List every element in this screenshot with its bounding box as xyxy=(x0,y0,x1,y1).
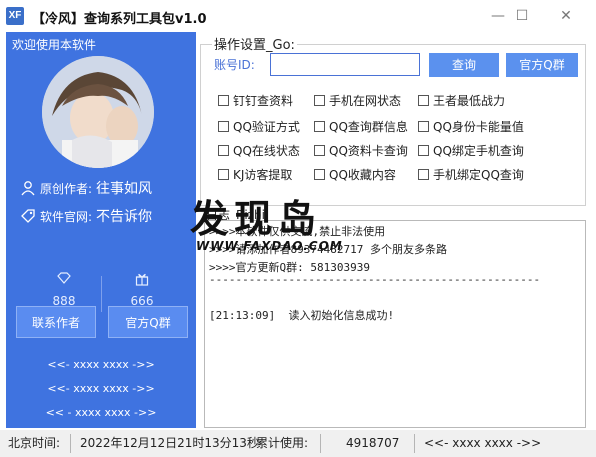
stat-gift: 666 xyxy=(112,272,172,308)
checkbox[interactable] xyxy=(218,169,229,180)
watermark-en: WWW.FAXDAO.COM xyxy=(196,239,343,253)
checkbox[interactable] xyxy=(218,145,229,156)
stat-divider xyxy=(101,276,102,312)
query-button[interactable]: 查询 xyxy=(429,53,499,77)
sidebar-link-3[interactable]: << - xxxx xxxx ->> xyxy=(6,406,196,419)
time-label: 北京时间: xyxy=(8,436,61,450)
checkbox[interactable] xyxy=(314,121,325,132)
checkbox[interactable] xyxy=(418,95,429,106)
option-king-power[interactable]: 王者最低战力 xyxy=(418,92,505,109)
title-bar: XF 【冷风】查询系列工具包v1.0 — ☐ ✕ xyxy=(0,0,596,32)
option-qq-id-card[interactable]: QQ身份卡能量值 xyxy=(418,118,524,135)
official-group-button[interactable]: 官方Q群 xyxy=(108,306,188,338)
site-value: 不告诉你 xyxy=(96,209,153,225)
option-qq-profile[interactable]: QQ资料卡查询 xyxy=(314,142,408,159)
sidebar-link-1[interactable]: <<- xxxx xxxx ->> xyxy=(6,358,196,371)
option-qq-online[interactable]: QQ在线状态 xyxy=(218,142,300,159)
stat-diamond: 888 xyxy=(34,272,94,308)
account-label: 账号ID: xyxy=(214,58,255,72)
option-qq-phone[interactable]: QQ绑定手机查询 xyxy=(418,142,524,159)
author-label: 原创作者: xyxy=(40,181,93,196)
option-kj-visitor[interactable]: KJ访客提取 xyxy=(218,166,292,183)
diamond-icon xyxy=(34,272,94,288)
watermark: 发现岛 WWW.FAXDAO.COM xyxy=(190,188,343,253)
checkbox[interactable] xyxy=(218,95,229,106)
status-divider xyxy=(320,434,321,453)
contact-author-button[interactable]: 联系作者 xyxy=(16,306,96,338)
checkbox[interactable] xyxy=(418,121,429,132)
option-phone-online[interactable]: 手机在网状态 xyxy=(314,92,401,109)
log-line: [21:13:09] 读入初始化信息成功! xyxy=(209,309,395,322)
sidebar-link-2[interactable]: <<- xxxx xxxx ->> xyxy=(6,382,196,395)
watermark-cn: 发现岛 xyxy=(190,197,323,241)
checkbox[interactable] xyxy=(418,169,429,180)
account-input[interactable] xyxy=(270,53,420,76)
user-icon xyxy=(21,181,35,196)
option-dingtalk[interactable]: 钉钉查资料 xyxy=(218,92,293,109)
minimize-button[interactable]: — xyxy=(486,6,510,26)
app-logo-icon: XF xyxy=(6,7,24,25)
status-divider xyxy=(70,434,71,453)
time-value: 2022年12月12日21时13分13秒 xyxy=(80,436,259,450)
official-group-top-button[interactable]: 官方Q群 xyxy=(506,53,578,77)
checkbox[interactable] xyxy=(314,95,325,106)
window-title: 【冷风】查询系列工具包v1.0 xyxy=(32,12,207,27)
checkbox[interactable] xyxy=(418,145,429,156)
tag-icon xyxy=(21,209,35,223)
site-row: 软件官网: 不告诉你 xyxy=(20,206,152,226)
checkbox[interactable] xyxy=(314,145,325,156)
sidebar: 欢迎使用本软件 原创作者: 往事如风 软件官网: 不告诉你 888 666 联系… xyxy=(6,32,196,428)
option-qq-verify[interactable]: QQ验证方式 xyxy=(218,118,300,135)
log-separator: ----------------------------------------… xyxy=(209,273,541,286)
maximize-button[interactable]: ☐ xyxy=(510,6,534,26)
usage-label: 累计使用: xyxy=(256,436,309,450)
option-qq-group-info[interactable]: QQ查询群信息 xyxy=(314,118,408,135)
welcome-text: 欢迎使用本软件 xyxy=(12,38,97,52)
checkbox[interactable] xyxy=(218,121,229,132)
usage-value: 4918707 xyxy=(346,436,400,450)
settings-group-title: 操作设置_Go: xyxy=(212,34,297,53)
close-button[interactable]: ✕ xyxy=(554,6,578,26)
option-qq-favorites[interactable]: QQ收藏内容 xyxy=(314,166,396,183)
author-value: 往事如风 xyxy=(96,181,153,197)
author-row: 原创作者: 往事如风 xyxy=(20,178,152,198)
checkbox[interactable] xyxy=(314,169,325,180)
status-bar: 北京时间: 2022年12月12日21时13分13秒 累计使用: 4918707… xyxy=(0,430,596,457)
avatar xyxy=(42,56,154,168)
status-link[interactable]: <<- xxxx xxxx ->> xyxy=(424,435,541,452)
status-divider xyxy=(414,434,415,453)
gift-icon xyxy=(112,272,172,288)
site-label: 软件官网: xyxy=(40,209,93,224)
option-phone-qq[interactable]: 手机绑定QQ查询 xyxy=(418,166,524,183)
